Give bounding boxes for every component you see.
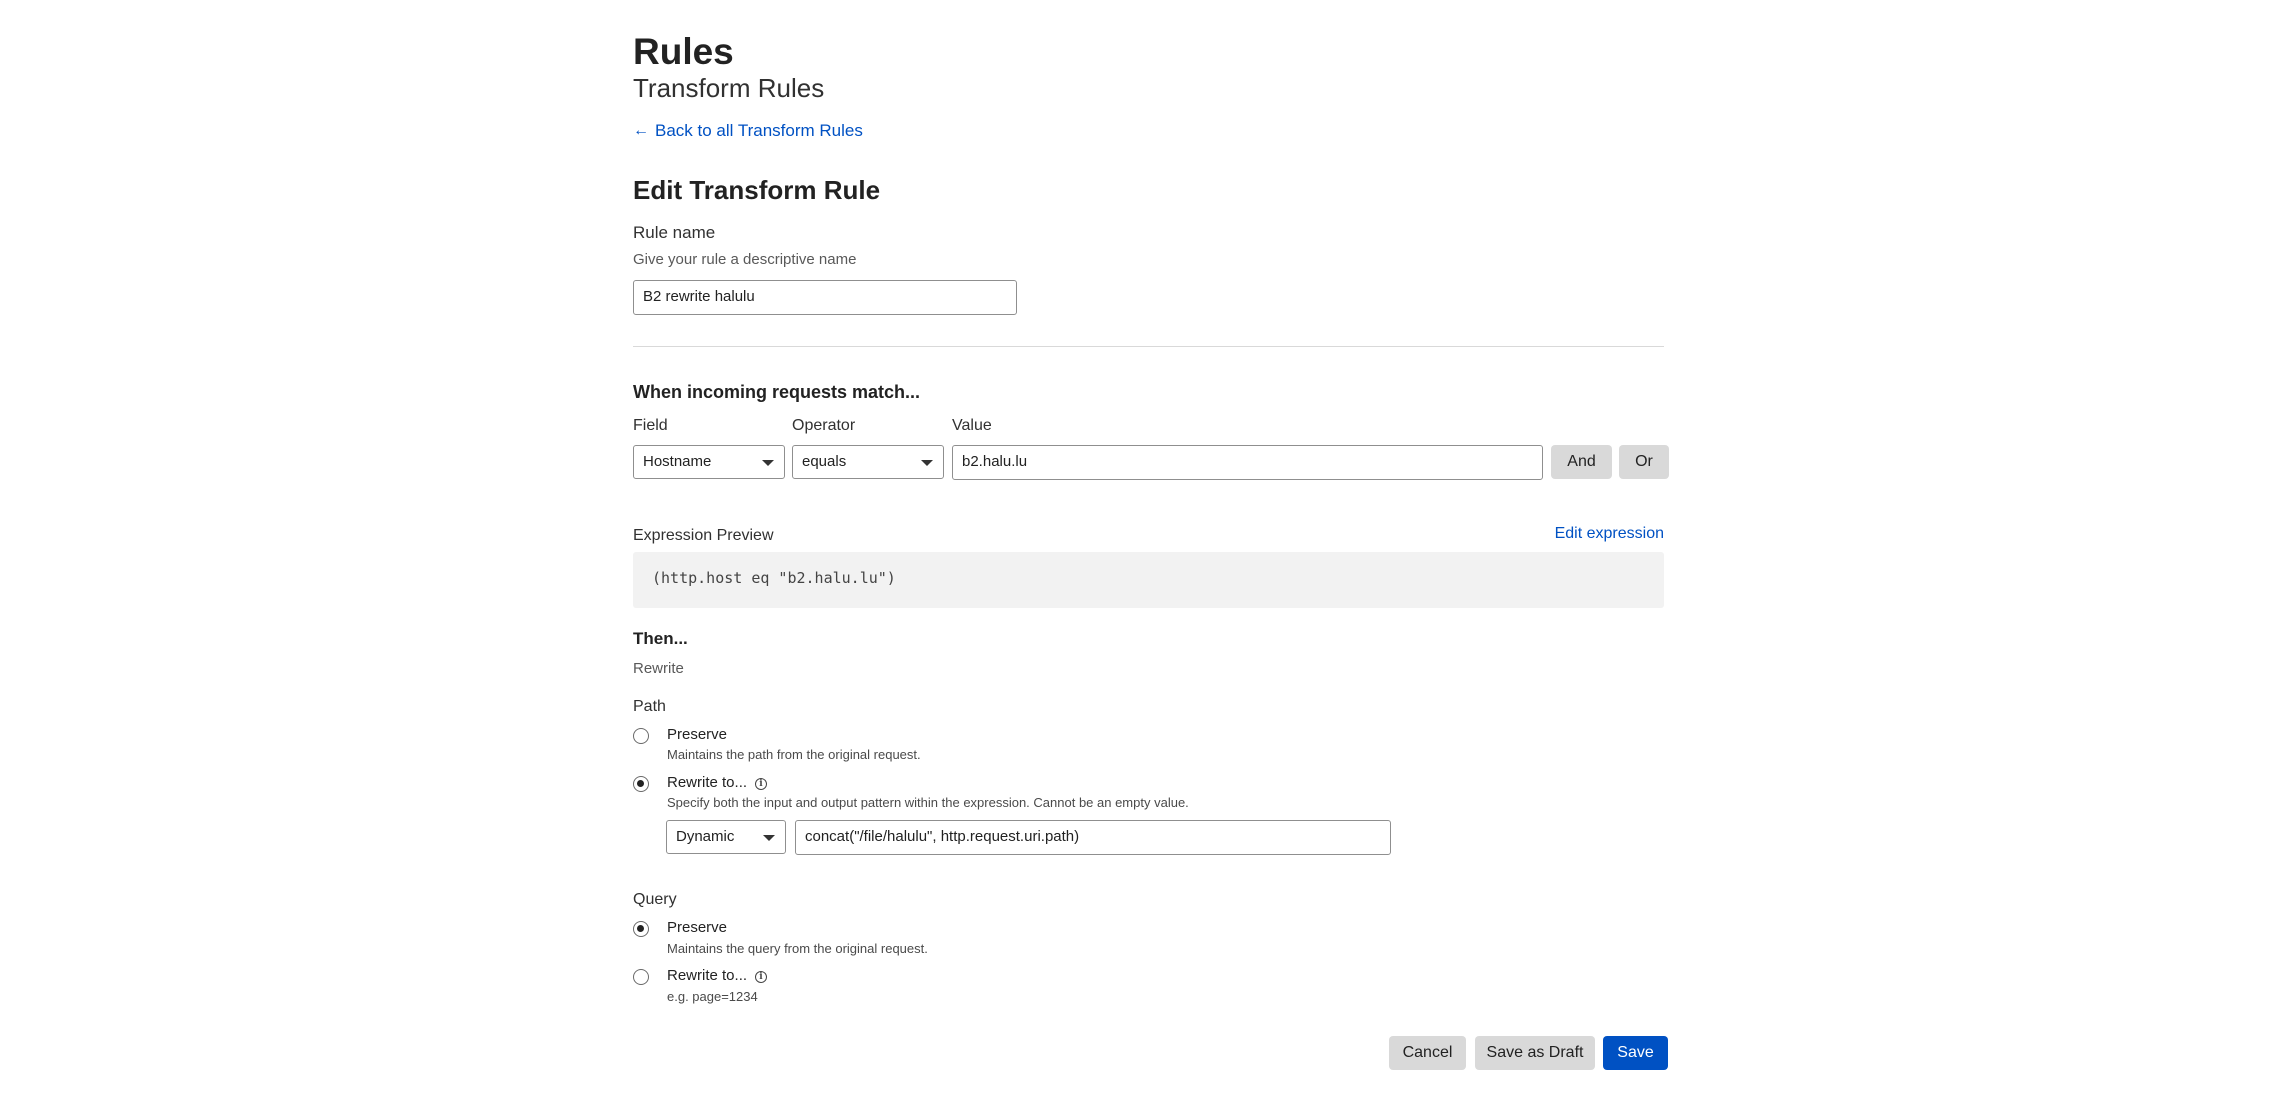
query-preserve-label: Preserve <box>667 919 728 936</box>
query-rewrite-radio[interactable] <box>633 969 649 985</box>
rule-name-hint: Give your rule a descriptive name <box>633 251 857 268</box>
expression-preview-code: (http.host eq "b2.halu.lu") <box>652 569 896 587</box>
page-title: Rules <box>633 31 734 72</box>
path-expression-input[interactable]: concat("/file/halulu", http.request.uri.… <box>795 820 1391 855</box>
info-icon[interactable]: i <box>755 971 767 983</box>
and-button[interactable]: And <box>1551 445 1612 479</box>
operator-label: Operator <box>792 417 856 434</box>
operator-select[interactable]: equals <box>792 445 944 479</box>
save-button[interactable]: Save <box>1603 1036 1668 1070</box>
match-section-title: When incoming requests match... <box>633 382 921 402</box>
caret-down-icon <box>921 460 933 466</box>
field-select-value: Hostname <box>643 453 712 470</box>
form-heading: Edit Transform Rule <box>633 175 881 205</box>
back-link-label: Back to all Transform Rules <box>655 121 863 140</box>
or-button[interactable]: Or <box>1619 445 1669 479</box>
path-rewrite-label: Rewrite to... <box>667 774 748 791</box>
then-action: Rewrite <box>633 660 684 677</box>
arrow-left-icon: ← <box>633 122 649 139</box>
rule-name-label: Rule name <box>633 223 716 242</box>
value-label: Value <box>952 417 992 434</box>
operator-select-value: equals <box>802 453 847 470</box>
back-link[interactable]: ← Back to all Transform Rules <box>633 118 863 144</box>
path-label: Path <box>633 698 666 715</box>
path-preserve-label: Preserve <box>667 726 728 743</box>
query-label: Query <box>633 891 677 908</box>
caret-down-icon <box>762 460 774 466</box>
then-section-title: Then... <box>633 629 688 648</box>
save-as-draft-button[interactable]: Save as Draft <box>1475 1036 1595 1070</box>
value-input[interactable]: b2.halu.lu <box>952 445 1543 480</box>
path-rewrite-hint: Specify both the input and output patter… <box>667 795 1189 810</box>
path-rewrite-radio[interactable] <box>633 776 649 792</box>
query-preserve-radio[interactable] <box>633 921 649 937</box>
expression-preview-box: (http.host eq "b2.halu.lu") <box>633 552 1664 608</box>
query-rewrite-label: Rewrite to... <box>667 967 748 984</box>
page-subtitle: Transform Rules <box>633 73 825 103</box>
edit-expression-link[interactable]: Edit expression <box>1555 525 1664 543</box>
section-divider <box>633 346 1664 347</box>
field-label: Field <box>633 417 668 434</box>
expression-preview-label: Expression Preview <box>633 527 774 544</box>
query-rewrite-hint: e.g. page=1234 <box>667 989 758 1004</box>
caret-down-icon <box>763 835 775 841</box>
path-preserve-hint: Maintains the path from the original req… <box>667 747 921 762</box>
rule-name-input[interactable]: B2 rewrite halulu <box>633 280 1017 315</box>
info-icon[interactable]: i <box>755 778 767 790</box>
path-mode-value: Dynamic <box>676 828 735 845</box>
query-preserve-hint: Maintains the query from the original re… <box>667 941 928 956</box>
path-preserve-radio[interactable] <box>633 728 649 744</box>
path-mode-select[interactable]: Dynamic <box>666 820 786 854</box>
cancel-button[interactable]: Cancel <box>1389 1036 1466 1070</box>
field-select[interactable]: Hostname <box>633 445 785 479</box>
